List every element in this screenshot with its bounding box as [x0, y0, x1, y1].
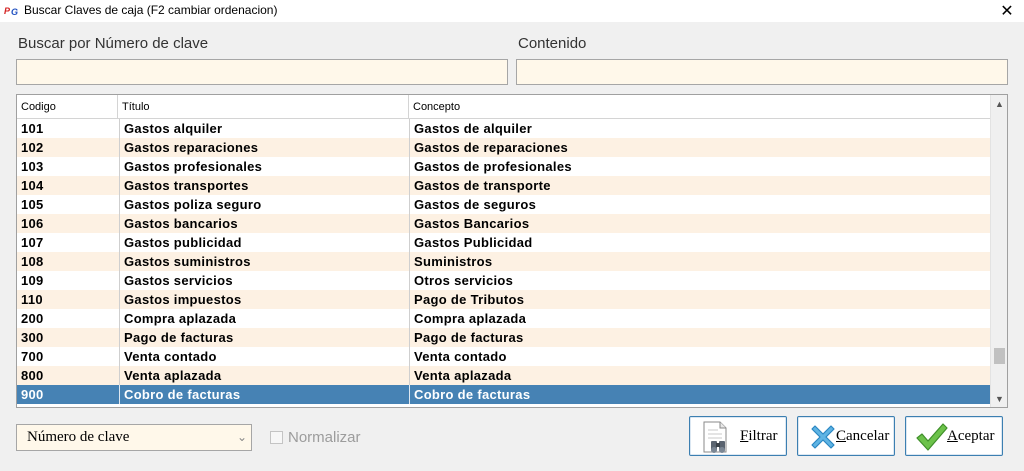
table-row[interactable]: 101 Gastos alquiler Gastos de alquiler	[17, 119, 991, 138]
cell-titulo: Gastos servicios	[119, 271, 409, 290]
cell-concepto: Otros servicios	[409, 271, 991, 290]
table-row[interactable]: 300 Pago de facturas Pago de facturas	[17, 328, 991, 347]
cell-codigo: 200	[21, 311, 44, 326]
cell-concepto: Venta aplazada	[409, 366, 991, 385]
cell-titulo: Gastos suministros	[119, 252, 409, 271]
cell-titulo: Gastos publicidad	[119, 233, 409, 252]
accept-check-icon	[916, 423, 948, 451]
close-button[interactable]: ✕	[990, 0, 1024, 22]
table-row[interactable]: 109 Gastos servicios Otros servicios	[17, 271, 991, 290]
cell-concepto: Pago de Tributos	[409, 290, 991, 309]
cell-concepto: Gastos de seguros	[409, 195, 991, 214]
cell-titulo: Gastos impuestos	[119, 290, 409, 309]
aceptar-button[interactable]: Aceptar	[905, 416, 1003, 456]
cell-codigo: 700	[21, 349, 44, 364]
cancel-x-icon	[811, 425, 835, 449]
cell-concepto: Gastos de alquiler	[409, 119, 991, 138]
column-header-concepto[interactable]: Concepto	[409, 95, 991, 119]
cell-codigo: 110	[21, 292, 43, 307]
filtrar-label: Filtrar	[740, 428, 778, 444]
cell-concepto: Gastos de reparaciones	[409, 138, 991, 157]
table-row[interactable]: 106 Gastos bancarios Gastos Bancarios	[17, 214, 991, 233]
grid-rows: 101 Gastos alquiler Gastos de alquiler 102 G…	[17, 119, 991, 404]
window-title: Buscar Claves de caja (F2 cambiar ordena…	[24, 3, 278, 17]
cell-titulo: Cobro de facturas	[119, 385, 409, 404]
cell-codigo: 106	[21, 216, 44, 231]
table-row[interactable]: 200 Compra aplazada Compra aplazada	[17, 309, 991, 328]
cancelar-button[interactable]: Cancelar	[797, 416, 895, 456]
title-bar: P G Buscar Claves de caja (F2 cambiar or…	[0, 0, 1024, 22]
cell-titulo: Venta contado	[119, 347, 409, 366]
table-row[interactable]: 800 Venta aplazada Venta aplazada	[17, 366, 991, 385]
cell-titulo: Gastos poliza seguro	[119, 195, 409, 214]
cell-concepto: Gastos Bancarios	[409, 214, 991, 233]
table-row[interactable]: 102 Gastos reparaciones Gastos de reparaci…	[17, 138, 991, 157]
pg-logo-icon: P G	[4, 4, 20, 18]
filtrar-button[interactable]: Filtrar	[689, 416, 787, 456]
cell-concepto: Compra aplazada	[409, 309, 991, 328]
table-row[interactable]: 107 Gastos publicidad Gastos Publicidad	[17, 233, 991, 252]
cell-codigo: 103	[21, 159, 44, 174]
cell-titulo: Pago de facturas	[119, 328, 409, 347]
cell-titulo: Gastos profesionales	[119, 157, 409, 176]
cell-titulo: Gastos reparaciones	[119, 138, 409, 157]
contenido-search-label: Contenido	[518, 35, 587, 52]
cell-codigo: 104	[21, 178, 44, 193]
grid-header: Codigo Título Concepto	[17, 95, 991, 119]
cell-titulo: Venta aplazada	[119, 366, 409, 385]
order-select-value: Número de clave	[27, 429, 130, 445]
cell-titulo: Gastos bancarios	[119, 214, 409, 233]
contenido-search-input[interactable]	[516, 59, 1008, 85]
cell-concepto: Cobro de facturas	[409, 385, 991, 404]
cell-codigo: 108	[21, 254, 44, 269]
clave-search-input[interactable]	[16, 59, 508, 85]
cell-titulo: Gastos transportes	[119, 176, 409, 195]
table-row[interactable]: 105 Gastos poliza seguro Gastos de seguros	[17, 195, 991, 214]
cell-concepto: Pago de facturas	[409, 328, 991, 347]
table-row[interactable]: 103 Gastos profesionales Gastos de profesi…	[17, 157, 991, 176]
cell-codigo: 900	[21, 387, 44, 402]
column-header-codigo[interactable]: Codigo	[17, 95, 118, 119]
cancelar-label: Cancelar	[836, 428, 890, 444]
cell-titulo: Compra aplazada	[119, 309, 409, 328]
order-select[interactable]: Número de clave ⌄	[16, 424, 252, 451]
scroll-up-icon[interactable]: ▲	[991, 95, 1007, 112]
close-icon: ✕	[1000, 3, 1014, 20]
vertical-scrollbar[interactable]: ▲ ▼	[990, 95, 1007, 407]
cell-codigo: 101	[21, 121, 44, 136]
normalizar-checkbox[interactable]: Normalizar	[270, 428, 361, 446]
column-header-titulo[interactable]: Título	[118, 95, 409, 119]
cell-codigo: 102	[21, 140, 44, 155]
claves-grid[interactable]: Codigo Título Concepto 101 Gastos alquile…	[16, 94, 1008, 408]
cell-concepto: Gastos de transporte	[409, 176, 991, 195]
cell-codigo: 300	[21, 330, 44, 345]
normalizar-label: Normalizar	[288, 428, 361, 446]
svg-text:G: G	[11, 7, 18, 17]
cell-concepto: Gastos de profesionales	[409, 157, 991, 176]
cell-titulo: Gastos alquiler	[119, 119, 409, 138]
svg-text:P: P	[4, 6, 11, 16]
cell-codigo: 107	[21, 235, 44, 250]
cell-codigo: 105	[21, 197, 44, 212]
table-row[interactable]: 900 Cobro de facturas Cobro de facturas	[17, 385, 991, 404]
table-row[interactable]: 108 Gastos suministros Suministros	[17, 252, 991, 271]
table-row[interactable]: 110 Gastos impuestos Pago de Tributos	[17, 290, 991, 309]
aceptar-label: Aceptar	[947, 428, 995, 444]
cell-concepto: Gastos Publicidad	[409, 233, 991, 252]
cell-codigo: 800	[21, 368, 44, 383]
normalizar-checkbox-box[interactable]	[270, 430, 283, 444]
table-row[interactable]: 104 Gastos transportes Gastos de transport…	[17, 176, 991, 195]
cell-concepto: Suministros	[409, 252, 991, 271]
cell-concepto: Venta contado	[409, 347, 991, 366]
clave-search-label: Buscar por Número de clave	[18, 35, 209, 52]
chevron-down-icon: ⌄	[236, 430, 247, 444]
cell-codigo: 109	[21, 273, 44, 288]
table-row[interactable]: 700 Venta contado Venta contado	[17, 347, 991, 366]
filter-binoculars-icon	[703, 421, 727, 453]
scroll-down-icon[interactable]: ▼	[991, 390, 1007, 407]
scroll-thumb[interactable]	[994, 348, 1005, 364]
